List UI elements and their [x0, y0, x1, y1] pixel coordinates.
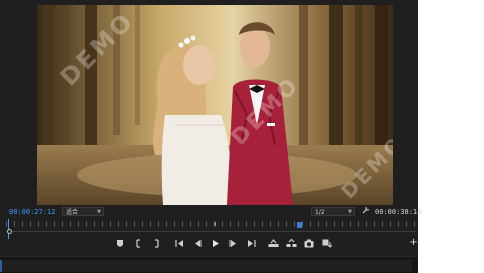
export-frame-icon[interactable]	[303, 238, 315, 250]
add-marker-icon[interactable]	[114, 238, 126, 250]
fit-dropdown-value: 适合	[66, 209, 79, 216]
monitor-info-bar: 00:00:27:12 适合 ▼ 1/2 ▼ 00:00:38:14	[0, 205, 422, 218]
playhead-handle[interactable]	[7, 229, 12, 234]
panel-tab[interactable]	[0, 260, 412, 272]
go-to-out-icon[interactable]	[245, 238, 257, 250]
add-button[interactable]: +	[409, 237, 418, 249]
center-marker	[214, 222, 216, 226]
resolution-dropdown[interactable]: 1/2 ▼	[311, 207, 355, 216]
video-frame[interactable]: DEMO DEMO DEMO	[37, 5, 393, 205]
timeline-marker[interactable]	[297, 222, 302, 228]
lift-icon[interactable]	[267, 238, 279, 250]
resolution-dropdown-value: 1/2	[315, 209, 325, 216]
video-content	[37, 5, 393, 205]
time-ruler[interactable]	[6, 219, 416, 239]
wrench-icon[interactable]	[362, 206, 370, 216]
mark-out-icon[interactable]	[150, 238, 162, 250]
step-forward-icon[interactable]	[227, 238, 239, 250]
chevron-down-icon: ▼	[97, 209, 101, 215]
bottom-panel-strip	[0, 256, 418, 273]
program-monitor: DEMO DEMO DEMO 00:00:27:12 适合 ▼ 1/2 ▼ 00…	[0, 0, 422, 273]
chevron-down-icon: ▼	[348, 209, 352, 215]
button-editor-icon[interactable]	[321, 238, 333, 250]
play-icon[interactable]	[209, 238, 221, 250]
duration-timecode: 00:00:38:14	[375, 208, 422, 216]
current-timecode[interactable]: 00:00:27:12	[9, 208, 55, 216]
ruler-ticks	[6, 221, 416, 227]
mark-in-icon[interactable]	[133, 238, 145, 250]
go-to-in-icon[interactable]	[173, 238, 185, 250]
step-back-icon[interactable]	[191, 238, 203, 250]
extract-icon[interactable]	[285, 238, 297, 250]
fit-dropdown[interactable]: 适合 ▼	[62, 207, 104, 216]
transport-controls	[0, 236, 418, 252]
